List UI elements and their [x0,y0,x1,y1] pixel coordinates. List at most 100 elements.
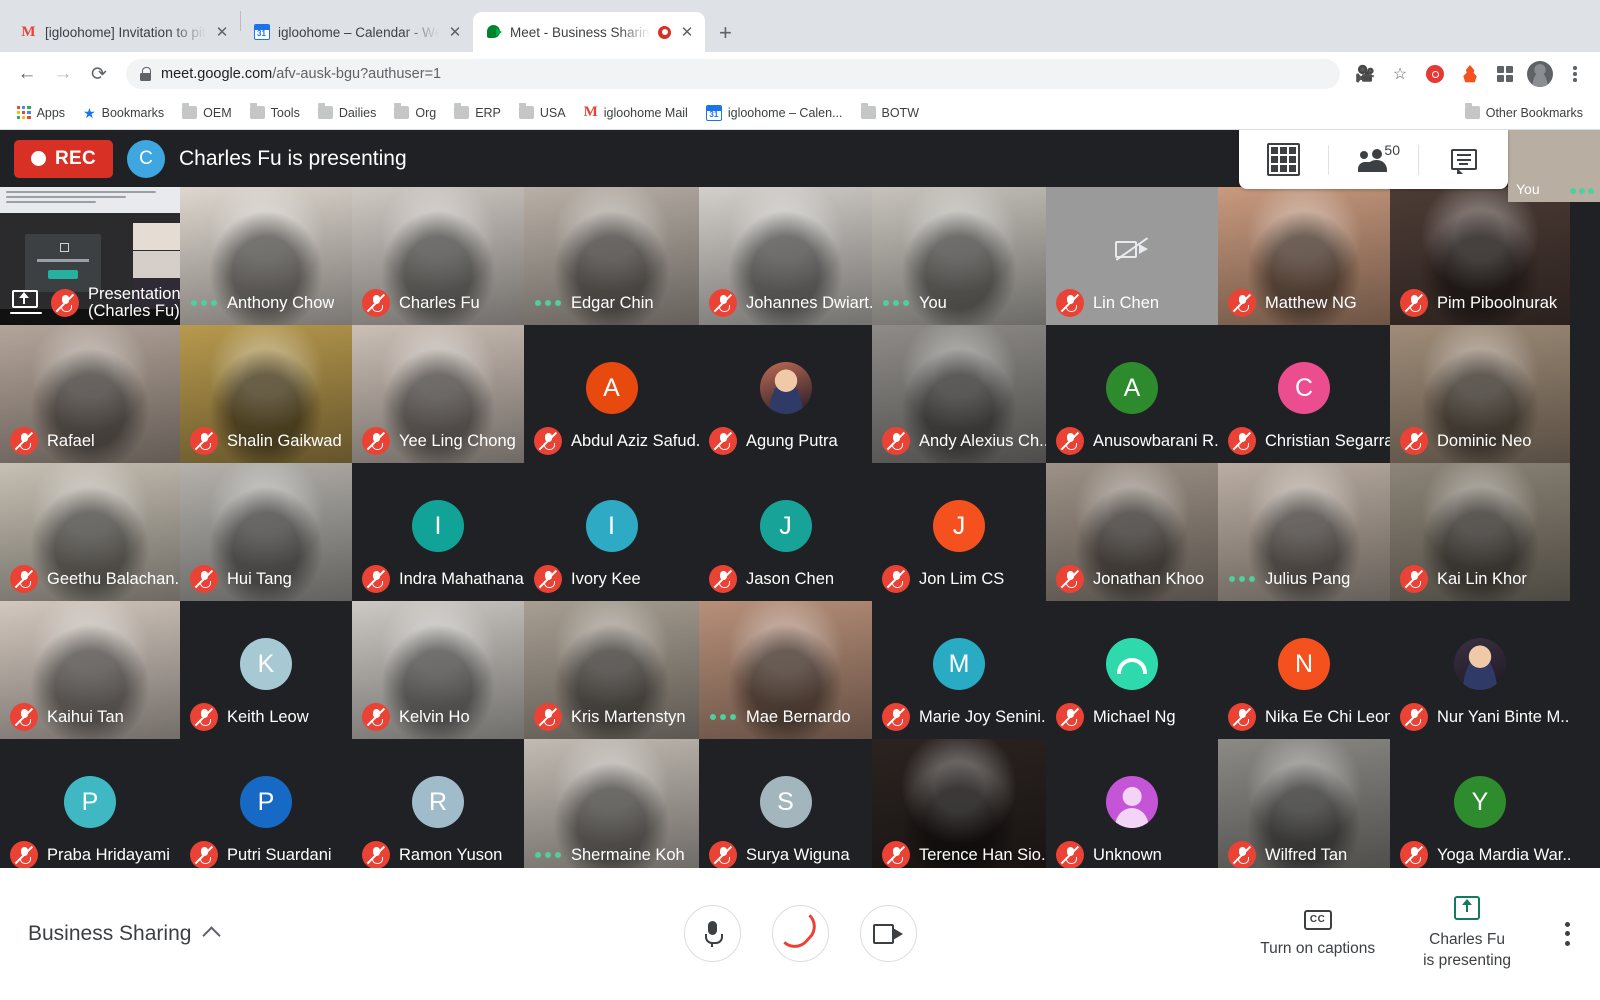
more-options-button[interactable] [1559,916,1576,952]
participant-tile[interactable]: K Keith Leow [180,601,352,739]
recording-badge[interactable]: REC [14,139,114,178]
participant-tile[interactable]: J Jason Chen [699,463,872,601]
participant-tile[interactable]: Y Yoga Mardia War... [1390,739,1570,877]
participant-tile[interactable]: R Ramon Yuson [352,739,524,877]
new-tab-button[interactable]: + [719,22,732,44]
participant-tile[interactable]: Charles Fu [352,187,524,325]
tile-name-bar: Marie Joy Senini... [872,695,1046,739]
bookmark-star-icon[interactable]: ☆ [1387,61,1413,87]
bookmark-botw[interactable]: BOTW [854,103,927,123]
participant-tile[interactable]: Edgar Chin [524,187,699,325]
forward-icon[interactable]: → [48,59,78,89]
participant-tile[interactable]: Matthew NG [1218,187,1390,325]
chat-button[interactable] [1419,130,1508,189]
participant-tile[interactable]: Julius Pang [1218,463,1390,601]
participant-tile[interactable]: Shalin Gaikwad [180,325,352,463]
bookmark-apps[interactable]: Apps [10,103,72,123]
presenter-avatar: C [127,139,166,178]
participant-tile[interactable]: M Marie Joy Senini... [872,601,1046,739]
participant-tile[interactable]: Wilfred Tan [1218,739,1390,877]
tab-close-icon[interactable]: ✕ [447,23,463,41]
participant-tile[interactable]: Jonathan Khoo [1046,463,1218,601]
participant-tile[interactable]: Kelvin Ho [352,601,524,739]
participant-tile[interactable]: Terence Han Sio... [872,739,1046,877]
reload-icon[interactable]: ⟳ [84,59,114,89]
participant-tile[interactable]: Agung Putra [699,325,872,463]
tab-close-icon[interactable]: ✕ [214,23,230,41]
participant-tile[interactable]: I Ivory Kee [524,463,699,601]
tab-recording-icon[interactable] [658,25,671,39]
participant-tile[interactable]: S Surya Wiguna [699,739,872,877]
participant-tile[interactable]: Johannes Dwiart... [699,187,872,325]
chevron-up-icon[interactable] [202,926,222,945]
participant-name: Indra Mahathana... [399,569,524,588]
participant-tile[interactable]: You [872,187,1046,325]
present-now-button[interactable]: Charles Fu is presenting [1423,896,1511,970]
participant-tile[interactable]: P Putri Suardani [180,739,352,877]
participant-tile[interactable]: N Nika Ee Chi Leong [1218,601,1390,739]
participant-tile[interactable]: Unknown [1046,739,1218,877]
participant-tile[interactable]: Pim Piboolnurak [1390,187,1570,325]
mic-muted-icon [190,427,218,455]
camera-button[interactable] [859,905,917,962]
participant-tile[interactable]: I Indra Mahathana... [352,463,524,601]
participant-tile[interactable]: C Christian Segarra [1218,325,1390,463]
participant-tile[interactable]: Lin Chen [1046,187,1218,325]
participant-tile[interactable]: Kris Martenstyn [524,601,699,739]
participant-tile[interactable]: Yee Ling Chong [352,325,524,463]
participant-row: P Praba Hridayami P Putri Suardani R Ramon Yu… [0,739,1600,877]
back-icon[interactable]: ← [12,59,42,89]
bookmark-oem[interactable]: OEM [175,103,238,123]
extension-flame-icon[interactable] [1457,61,1483,87]
bookmark-igloohome-calendar[interactable]: 31 igloohome – Calen... [699,102,850,124]
participant-tile[interactable]: Nur Yani Binte M... [1390,601,1570,739]
participant-tile[interactable]: Andy Alexius Ch... [872,325,1046,463]
turn-on-captions-button[interactable]: CC Turn on captions [1260,909,1375,958]
bookmark-tools[interactable]: Tools [243,103,307,123]
participant-name: Mae Bernardo [746,707,851,726]
browser-tab-1[interactable]: 31 igloohome – Calendar - Week of ✕ [241,12,473,52]
media-cast-icon[interactable]: 🎥 [1352,61,1378,87]
microphone-button[interactable] [683,905,741,962]
participant-name: Pim Piboolnurak [1437,293,1558,312]
participant-tile[interactable]: J Jon Lim CS [872,463,1046,601]
browser-tab-2-active[interactable]: Meet - Business Sharing ✕ [473,12,705,52]
extension-shield-icon[interactable] [1422,61,1448,87]
bookmark-erp[interactable]: ERP [447,103,508,123]
other-bookmarks-button[interactable]: Other Bookmarks [1458,103,1590,123]
calendar-icon: 31 [253,24,270,41]
tab-close-icon[interactable]: ✕ [679,23,695,41]
participant-avatar: N [1278,638,1330,691]
participant-tile[interactable]: Michael Ng [1046,601,1218,739]
participant-name: Yoga Mardia War... [1437,845,1570,864]
participant-tile[interactable]: Anthony Chow [180,187,352,325]
participant-tile[interactable]: A Abdul Aziz Safud... [524,325,699,463]
extension-grid-icon[interactable] [1492,61,1518,87]
presentation-tile[interactable]: Presentation (Charles Fu) [0,187,180,325]
meeting-info[interactable]: Business Sharing [0,922,430,946]
bookmark-org[interactable]: Org [387,103,443,123]
bookmark-dailies[interactable]: Dailies [311,103,384,123]
participant-tile[interactable]: Rafael [0,325,180,463]
participants-button[interactable]: 50 [1329,130,1418,189]
grid-layout-button[interactable] [1239,130,1328,189]
participant-tile[interactable]: A Anusowbarani R... [1046,325,1218,463]
participant-tile[interactable]: Kaihui Tan [0,601,180,739]
participant-tile[interactable]: Dominic Neo [1390,325,1570,463]
bookmark-igloohome-mail[interactable]: M igloohome Mail [577,102,695,123]
participant-tile[interactable]: Kai Lin Khor [1390,463,1570,601]
chrome-menu-icon[interactable] [1562,61,1588,87]
participant-name: Praba Hridayami [47,845,170,864]
bookmark-usa[interactable]: USA [512,103,573,123]
address-bar[interactable]: meet.google.com/afv-ausk-bgu?authuser=1 [126,59,1340,89]
leave-call-button[interactable] [771,905,829,962]
participant-tile[interactable]: Mae Bernardo [699,601,872,739]
participant-tile[interactable]: Shermaine Koh [524,739,699,877]
bookmark-bookmarks[interactable]: ★ Bookmarks [76,103,171,123]
browser-tab-0[interactable]: M [igloohome] Invitation to pitch to ✕ [8,12,240,52]
speaking-indicator-icon [190,299,218,307]
participant-tile[interactable]: Geethu Balachan... [0,463,180,601]
participant-tile[interactable]: P Praba Hridayami [0,739,180,877]
participant-tile[interactable]: Hui Tang [180,463,352,601]
profile-avatar[interactable] [1527,61,1553,87]
